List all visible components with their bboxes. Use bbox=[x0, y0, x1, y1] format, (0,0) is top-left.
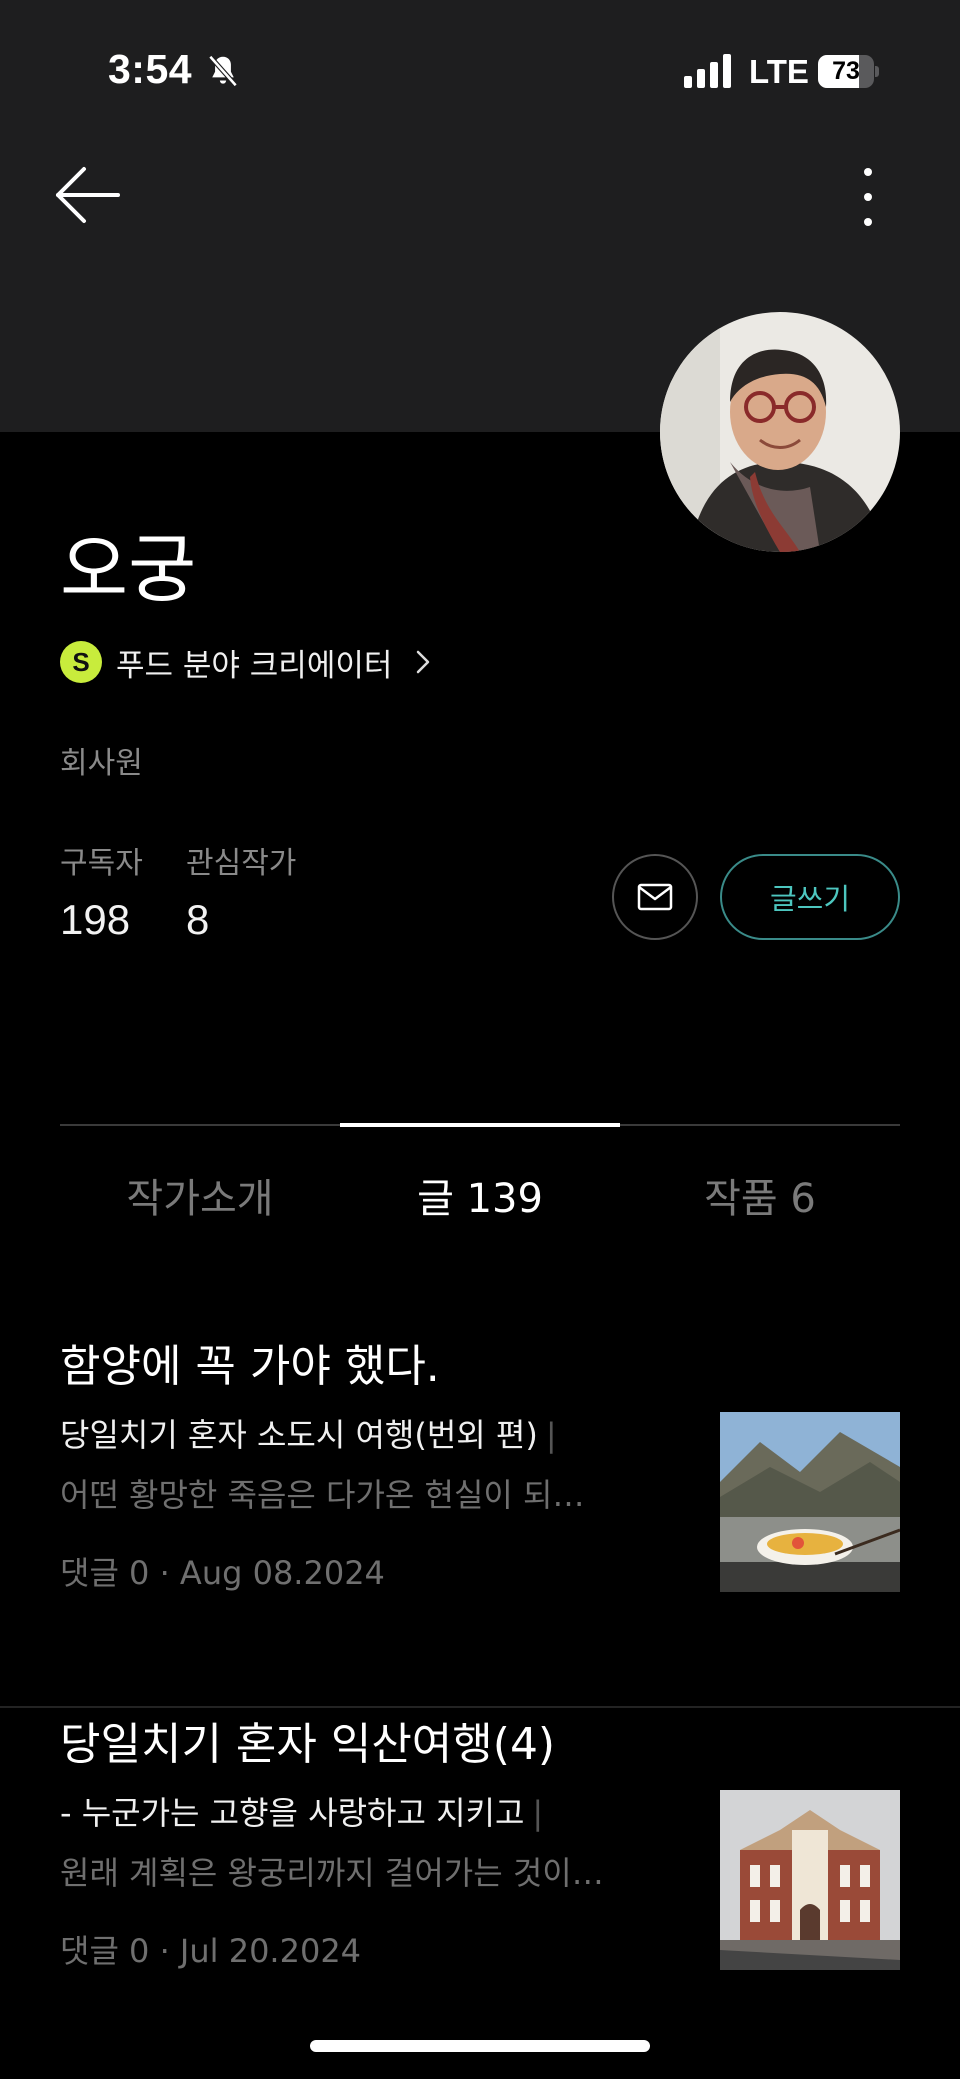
cellular-signal-icon bbox=[684, 54, 731, 88]
more-vertical-icon bbox=[864, 168, 872, 226]
subscribers-label[interactable]: 구독자 bbox=[60, 838, 143, 882]
home-indicator[interactable] bbox=[310, 2040, 650, 2052]
network-type: LTE bbox=[749, 53, 809, 90]
back-button[interactable] bbox=[52, 160, 132, 230]
mountain-noodle-photo bbox=[720, 1412, 900, 1592]
post-meta: 댓글 0 · Aug 08.2024 bbox=[60, 1554, 385, 1592]
post-meta: 댓글 0 · Jul 20.2024 bbox=[60, 1932, 362, 1970]
historic-building-photo bbox=[720, 1790, 900, 1970]
write-button[interactable]: 글쓰기 bbox=[720, 854, 900, 940]
tab-author-intro[interactable]: 작가소개 bbox=[60, 1166, 340, 1224]
bell-muted-icon bbox=[208, 55, 238, 87]
author-name: 오궁 bbox=[60, 527, 197, 613]
following-count[interactable]: 8 bbox=[186, 896, 209, 944]
battery-percent: 73 bbox=[832, 57, 860, 85]
arrow-left-icon bbox=[56, 167, 120, 223]
more-options-button[interactable] bbox=[850, 162, 886, 232]
creator-badge-link[interactable]: S 푸드 분야 크리에이터 bbox=[60, 640, 432, 684]
creator-badge-label: 푸드 분야 크리에이터 bbox=[116, 647, 393, 684]
tab-posts[interactable]: 글 139 bbox=[340, 1166, 620, 1224]
subscribers-count[interactable]: 198 bbox=[60, 896, 130, 944]
post-separator: | bbox=[545, 1416, 557, 1454]
post-separator: | bbox=[532, 1794, 544, 1832]
post-magazine-name: 당일치기 혼자 소도시 여행(번외 편) bbox=[60, 1416, 538, 1454]
post-title[interactable]: 당일치기 혼자 익산여행(4) bbox=[60, 1708, 555, 1772]
post-excerpt: 어떤 황망한 죽음은 다가온 현실이 되… bbox=[60, 1476, 585, 1514]
message-button[interactable] bbox=[612, 854, 698, 940]
active-tab-indicator bbox=[340, 1123, 620, 1127]
post-magazine: - 누군가는 고향을 사랑하고 지키고 | bbox=[60, 1788, 543, 1834]
post-magazine: 당일치기 혼자 소도시 여행(번외 편) | bbox=[60, 1410, 557, 1456]
post-item[interactable]: 당일치기 혼자 익산여행(4) - 누군가는 고향을 사랑하고 지키고 | 원래 … bbox=[0, 1708, 960, 2079]
battery-icon: 73 bbox=[818, 55, 879, 88]
tab-works[interactable]: 작품 6 bbox=[620, 1166, 900, 1224]
following-label[interactable]: 관심작가 bbox=[186, 838, 296, 882]
avatar-photo bbox=[660, 312, 900, 552]
post-thumbnail[interactable] bbox=[720, 1790, 900, 1970]
post-title[interactable]: 함양에 꼭 가야 했다. bbox=[60, 1330, 440, 1394]
post-item[interactable]: 함양에 꼭 가야 했다. 당일치기 혼자 소도시 여행(번외 편) | 어떤 황망… bbox=[0, 1330, 960, 1708]
post-thumbnail[interactable] bbox=[720, 1412, 900, 1592]
status-time: 3:54 bbox=[108, 46, 193, 92]
creator-badge-icon: S bbox=[60, 641, 102, 683]
author-job: 회사원 bbox=[60, 746, 143, 781]
post-magazine-name: - 누군가는 고향을 사랑하고 지키고 bbox=[60, 1794, 525, 1832]
chevron-right-icon bbox=[417, 650, 430, 674]
post-excerpt: 원래 계획은 왕궁리까지 걸어가는 것이… bbox=[60, 1854, 604, 1892]
author-avatar[interactable] bbox=[660, 312, 900, 552]
mail-icon bbox=[637, 883, 673, 911]
